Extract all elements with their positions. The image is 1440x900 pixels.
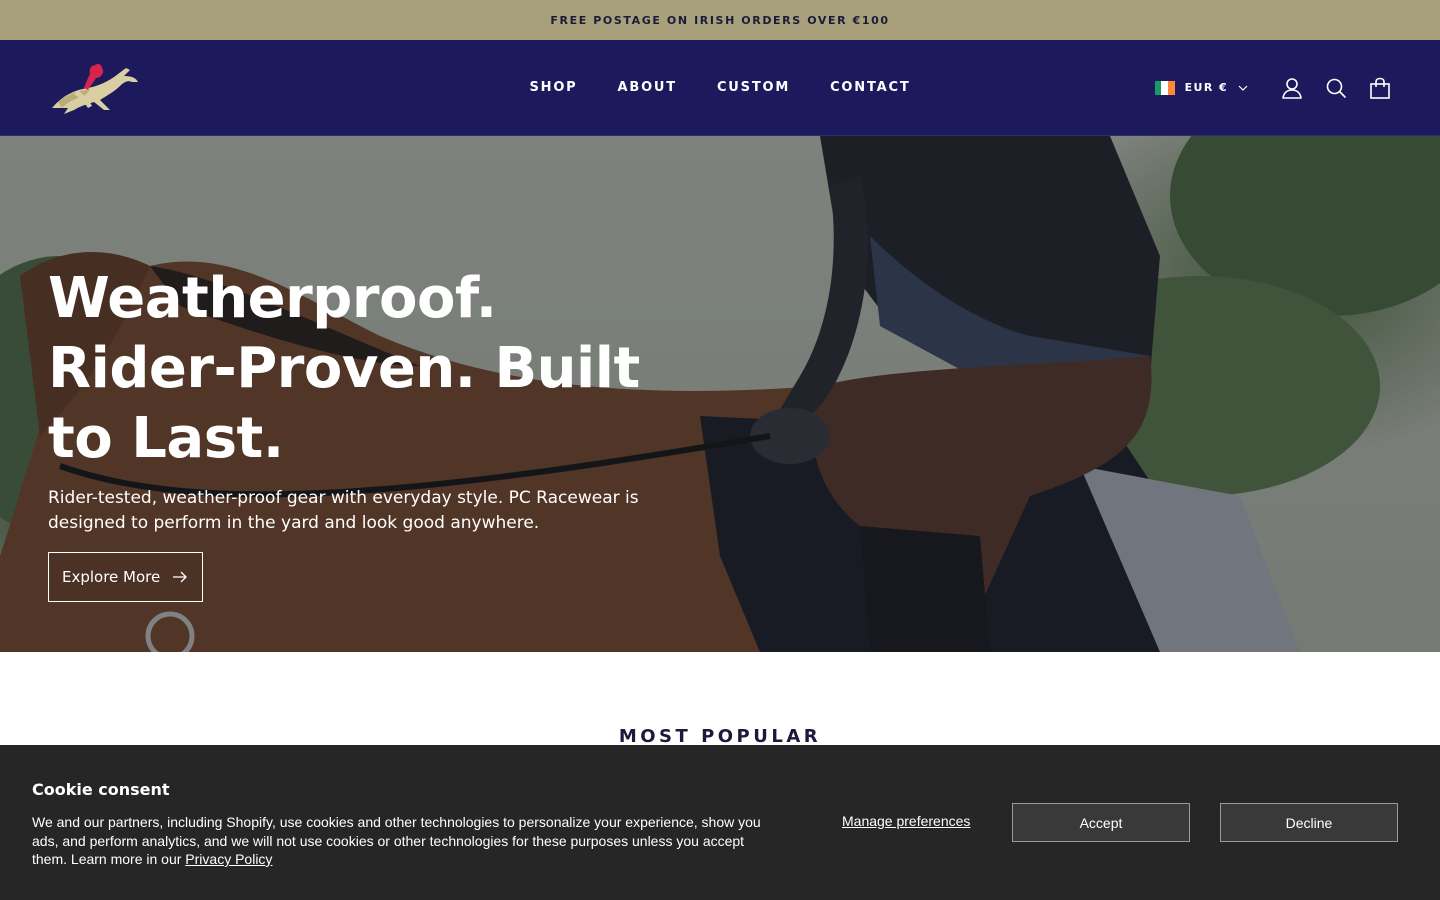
hero-content: Weatherproof. Rider-Proven. Built to Las… <box>48 264 688 602</box>
nav-about[interactable]: ABOUT <box>618 80 677 95</box>
nav-shop[interactable]: SHOP <box>529 80 577 95</box>
cart-icon <box>1370 77 1390 99</box>
currency-selector[interactable]: EUR € <box>1154 80 1248 95</box>
announcement-text: FREE POSTAGE ON IRISH ORDERS OVER €100 <box>550 13 890 27</box>
arrow-right-icon <box>173 571 188 583</box>
hero-subtitle: Rider-tested, weather-proof gear with ev… <box>48 488 639 533</box>
search-icon <box>1326 78 1346 98</box>
hero-title: Weatherproof. Rider-Proven. Built to Las… <box>48 266 640 471</box>
account-button[interactable] <box>1280 76 1304 100</box>
racehorse-jockey-logo-icon <box>52 64 138 114</box>
announcement-bar: FREE POSTAGE ON IRISH ORDERS OVER €100 <box>0 0 1440 40</box>
explore-more-label: Explore More <box>62 568 161 586</box>
cookie-text: We and our partners, including Shopify, … <box>32 813 767 869</box>
explore-more-button[interactable]: Explore More <box>48 552 204 602</box>
nav-contact[interactable]: CONTACT <box>830 80 910 95</box>
manage-preferences-link[interactable]: Manage preferences <box>842 813 970 829</box>
most-popular-heading: MOST POPULAR <box>618 726 822 747</box>
account-icon <box>1282 77 1302 99</box>
chevron-down-icon <box>1238 85 1248 91</box>
site-header: SHOP ABOUT CUSTOM CONTACT EUR € <box>0 40 1440 136</box>
currency-label: EUR € <box>1184 81 1228 94</box>
nav-custom[interactable]: CUSTOM <box>717 80 790 95</box>
logo-link[interactable] <box>48 60 142 118</box>
search-button[interactable] <box>1324 76 1348 100</box>
accept-button[interactable]: Accept <box>1012 803 1190 842</box>
cart-button[interactable] <box>1368 76 1392 100</box>
privacy-policy-link[interactable]: Privacy Policy <box>185 851 272 867</box>
cookie-title: Cookie consent <box>32 780 170 799</box>
header-actions: EUR € <box>1154 40 1392 135</box>
hero-banner: Weatherproof. Rider-Proven. Built to Las… <box>0 136 1440 652</box>
cookie-consent-banner: Cookie consent We and our partners, incl… <box>0 745 1440 900</box>
cookie-body-text: We and our partners, including Shopify, … <box>32 814 761 867</box>
decline-button[interactable]: Decline <box>1220 803 1398 842</box>
ireland-flag-icon <box>1154 80 1175 95</box>
